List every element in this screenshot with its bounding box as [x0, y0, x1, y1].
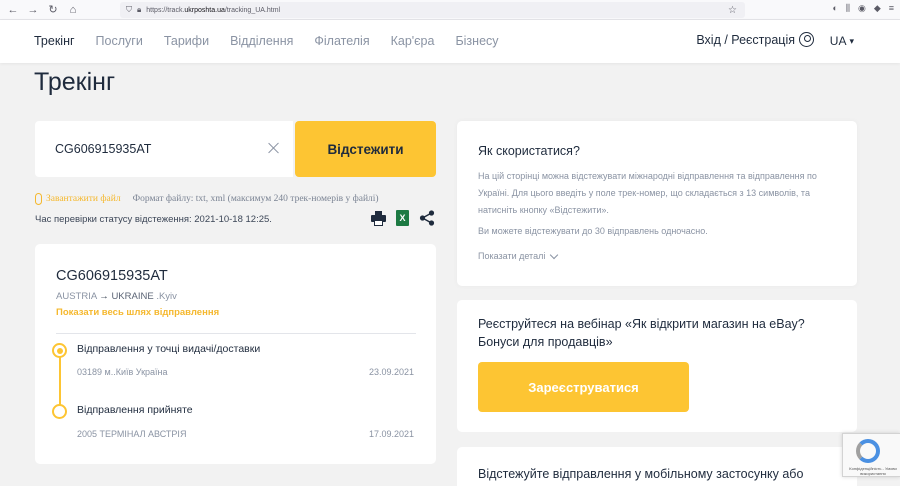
tracking-result-card: CG606915935AT AUSTRIA → UKRAINE .Kyiv По… — [35, 244, 436, 464]
upload-row: Завантажити файл Формат файлу: txt, xml … — [35, 193, 379, 205]
timeline-line — [59, 350, 61, 410]
shield-icon[interactable]: ⛉ — [126, 5, 132, 15]
nav-item-business[interactable]: Бізнесу — [455, 34, 498, 48]
paperclip-icon — [35, 193, 42, 205]
mobile-app-card: Відстежуйте відправлення у мобільному за… — [457, 447, 857, 486]
clear-icon[interactable] — [267, 141, 281, 155]
route-origin: AUSTRIA — [56, 291, 97, 302]
recaptcha-badge[interactable]: Конфіденційність - Умови використання — [842, 433, 900, 477]
nav-item-philately[interactable]: Філателія — [314, 34, 369, 48]
excel-icon[interactable]: X — [396, 210, 409, 226]
main-nav: Трекінг Послуги Тарифи Відділення Філате… — [34, 34, 499, 48]
forward-icon[interactable]: → — [24, 1, 42, 19]
arrow-right-icon: → — [99, 291, 109, 302]
status-check-time: Час перевірки статусу відстеження: 2021-… — [35, 214, 272, 225]
timeline-dot-active — [52, 343, 67, 358]
bookmark-star-icon[interactable]: ☆ — [728, 5, 737, 16]
how-to-use-card: Як скористатися? На цій сторінці можна в… — [457, 121, 857, 286]
language-label: UA — [829, 34, 847, 48]
print-icon[interactable] — [371, 210, 386, 226]
site-header: Трекінг Послуги Тарифи Відділення Філате… — [0, 20, 900, 63]
how-to-use-limit-text: Ви можете відстежувати до 30 відправлень… — [478, 226, 708, 236]
reload-icon[interactable]: ↻ — [44, 1, 62, 19]
tracking-number-value: CG606915935AT — [55, 142, 152, 156]
browser-toolbar: ← → ↻ ⌂ ⛉ 🔒︎ https://track.ukrposhta.ua/… — [0, 0, 900, 20]
chevron-down-icon — [550, 250, 559, 259]
menu-icon[interactable]: ≡ — [889, 3, 894, 14]
home-icon[interactable]: ⌂ — [64, 1, 82, 19]
mobile-app-title: Відстежуйте відправлення у мобільному за… — [478, 467, 804, 481]
library-icon[interactable]: ⫼ — [846, 3, 850, 14]
file-format-text: Формат файлу: txt, xml (максимум 240 тре… — [132, 194, 379, 204]
back-icon[interactable]: ← — [4, 1, 22, 19]
route-destination: UKRAINE — [111, 291, 154, 302]
event-title: Відправлення прийняте — [77, 404, 193, 416]
recaptcha-icon — [856, 439, 880, 463]
nav-item-tracking[interactable]: Трекінг — [34, 34, 75, 48]
webinar-card: Реєструйтеся на вебінар «Як відкрити маг… — [457, 300, 857, 432]
action-icons: X — [371, 210, 435, 226]
how-to-use-title: Як скористатися? — [478, 144, 580, 158]
show-details-link[interactable]: Показати деталі — [478, 250, 559, 261]
shipment-number: CG606915935AT — [56, 268, 168, 284]
how-to-use-text: На цій сторінці можна відстежувати міжна… — [478, 171, 817, 215]
extension-icons: ◐ ⫼ ◉ ◆ ≡ — [832, 3, 894, 14]
recaptcha-text: Конфіденційність - Умови використання — [849, 466, 897, 476]
shield-extension-icon[interactable]: ◆ — [874, 3, 881, 14]
event-date: 23.09.2021 — [368, 367, 414, 377]
url-text: https://track.ukrposhta.ua/tracking_UA.h… — [146, 6, 281, 14]
webinar-title: Реєструйтеся на вебінар «Як відкрити маг… — [478, 317, 805, 349]
show-details-label: Показати деталі — [478, 251, 546, 261]
tracking-number-input[interactable]: CG606915935AT — [35, 121, 293, 177]
event-title: Відправлення у точці видачі/доставки — [77, 343, 261, 355]
upload-file-link[interactable]: Завантажити файл — [46, 194, 121, 204]
timeline-dot — [52, 404, 67, 419]
user-icon — [799, 32, 814, 47]
login-link[interactable]: Вхід / Реєстрація — [696, 32, 814, 47]
show-full-path-link[interactable]: Показати весь шлях відправлення — [56, 307, 219, 318]
address-bar[interactable]: ⛉ 🔒︎ https://track.ukrposhta.ua/tracking… — [120, 2, 745, 18]
lock-icon[interactable]: 🔒︎ — [137, 5, 141, 15]
browser-nav: ← → ↻ ⌂ — [4, 1, 82, 19]
extension-icon[interactable]: ◉ — [858, 3, 866, 14]
pocket-icon[interactable]: ◐ — [832, 3, 837, 14]
share-icon[interactable] — [419, 210, 435, 226]
event-place: 2005 ТЕРМІНАЛ АВСТРІЯ — [77, 429, 187, 439]
nav-item-tariffs[interactable]: Тарифи — [164, 34, 209, 48]
track-button[interactable]: Відстежити — [295, 121, 436, 177]
page-title: Трекінг — [34, 68, 116, 96]
divider — [56, 333, 416, 334]
shipment-route: AUSTRIA → UKRAINE .Kyiv — [56, 291, 177, 302]
chevron-down-icon: ▾ — [849, 35, 854, 46]
login-label: Вхід / Реєстрація — [696, 32, 795, 47]
register-button[interactable]: Зареєструватися — [478, 362, 689, 412]
language-selector[interactable]: UA ▾ — [830, 34, 854, 48]
nav-item-branches[interactable]: Відділення — [230, 34, 293, 48]
nav-item-career[interactable]: Кар'єра — [391, 34, 435, 48]
event-place: 03189 м..Київ Україна — [77, 367, 168, 377]
nav-item-services[interactable]: Послуги — [96, 34, 143, 48]
event-date: 17.09.2021 — [368, 429, 414, 439]
route-city: .Kyiv — [156, 291, 177, 302]
